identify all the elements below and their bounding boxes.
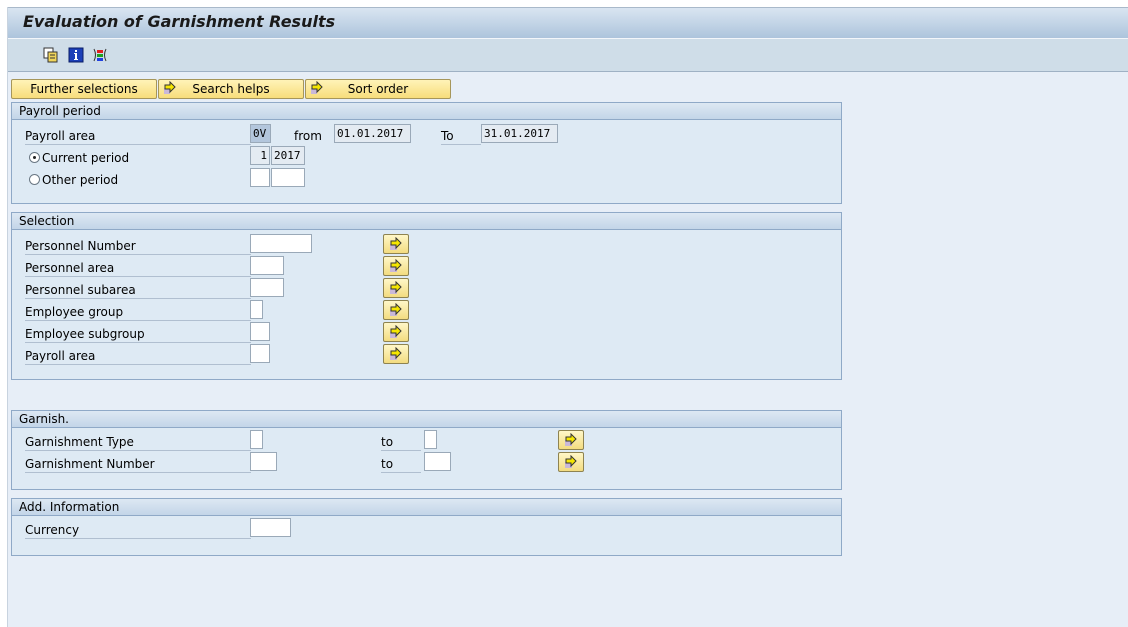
current-period-year: 2017 (271, 146, 305, 165)
other-period-number[interactable] (250, 168, 270, 187)
group-heading: Payroll period (12, 103, 841, 120)
employee-group-input[interactable] (250, 300, 263, 319)
employee-subgroup-label: Employee subgroup (25, 324, 251, 343)
garnishment-number-label: Garnishment Number (25, 454, 251, 473)
currency-label: Currency (25, 520, 251, 539)
sort-order-label: Sort order (347, 82, 409, 96)
group-additional-information: Add. Information Currency (11, 498, 842, 556)
personnel-area-input[interactable] (250, 256, 284, 275)
current-period-number: 1 (250, 146, 270, 165)
payroll-area-field[interactable]: 0V (250, 124, 271, 143)
garnishment-number-to[interactable] (424, 452, 451, 471)
group-heading: Garnish. (12, 411, 841, 428)
to-label: to (381, 454, 421, 473)
to-label: To (441, 126, 481, 145)
employee-subgroup-input[interactable] (250, 322, 270, 341)
search-helps-button[interactable]: Search helps (158, 79, 304, 99)
multiple-selection-button[interactable] (558, 430, 584, 450)
application-toolbar (8, 39, 1128, 72)
garnishment-type-to[interactable] (424, 430, 437, 449)
period-to-date: 31.01.2017 (481, 124, 558, 143)
group-garnish: Garnish. Garnishment Type to Garnishment… (11, 410, 842, 490)
payroll-area-selection-input[interactable] (250, 344, 270, 363)
arrow-right-icon (163, 80, 177, 98)
group-selection: Selection Personnel Number Personnel are… (11, 212, 842, 380)
garnishment-type-label: Garnishment Type (25, 432, 251, 451)
personnel-number-input[interactable] (250, 234, 312, 253)
info-icon[interactable] (68, 47, 84, 63)
selection-screen: Evaluation of Garnishment Results Furthe… (7, 7, 1128, 627)
payroll-area-selection-label: Payroll area (25, 346, 251, 365)
group-heading: Selection (12, 213, 841, 230)
multiple-selection-button[interactable] (383, 234, 409, 254)
garnishment-type-from[interactable] (250, 430, 263, 449)
copy-variant-icon[interactable] (43, 47, 59, 63)
sort-order-button[interactable]: Sort order (305, 79, 451, 99)
personnel-number-label: Personnel Number (25, 236, 251, 255)
arrow-right-icon (310, 80, 324, 98)
other-period-year[interactable] (271, 168, 305, 187)
title-bar: Evaluation of Garnishment Results (8, 7, 1128, 39)
search-helps-label: Search helps (192, 82, 270, 96)
personnel-area-label: Personnel area (25, 258, 251, 277)
garnishment-number-from[interactable] (250, 452, 277, 471)
employee-group-label: Employee group (25, 302, 251, 321)
other-period-radio[interactable] (29, 174, 40, 185)
further-selections-label: Further selections (30, 82, 138, 96)
other-period-label: Other period (42, 173, 119, 187)
personnel-subarea-input[interactable] (250, 278, 284, 297)
group-heading: Add. Information (12, 499, 841, 516)
multiple-selection-button[interactable] (558, 452, 584, 472)
current-period-radio[interactable] (29, 152, 40, 163)
multiple-selection-button[interactable] (383, 256, 409, 276)
selection-options-icon[interactable] (92, 47, 108, 63)
from-label: from (294, 129, 322, 143)
to-label: to (381, 432, 421, 451)
multiple-selection-button[interactable] (383, 344, 409, 364)
period-from-date: 01.01.2017 (334, 124, 411, 143)
page-title: Evaluation of Garnishment Results (23, 12, 336, 31)
group-payroll-period: Payroll period Payroll area 0V from 01.0… (11, 102, 842, 204)
currency-input[interactable] (250, 518, 291, 537)
payroll-area-label: Payroll area (25, 126, 251, 145)
multiple-selection-button[interactable] (383, 322, 409, 342)
multiple-selection-button[interactable] (383, 300, 409, 320)
personnel-subarea-label: Personnel subarea (25, 280, 251, 299)
further-selections-button[interactable]: Further selections (11, 79, 157, 99)
multiple-selection-button[interactable] (383, 278, 409, 298)
current-period-label: Current period (42, 151, 130, 165)
